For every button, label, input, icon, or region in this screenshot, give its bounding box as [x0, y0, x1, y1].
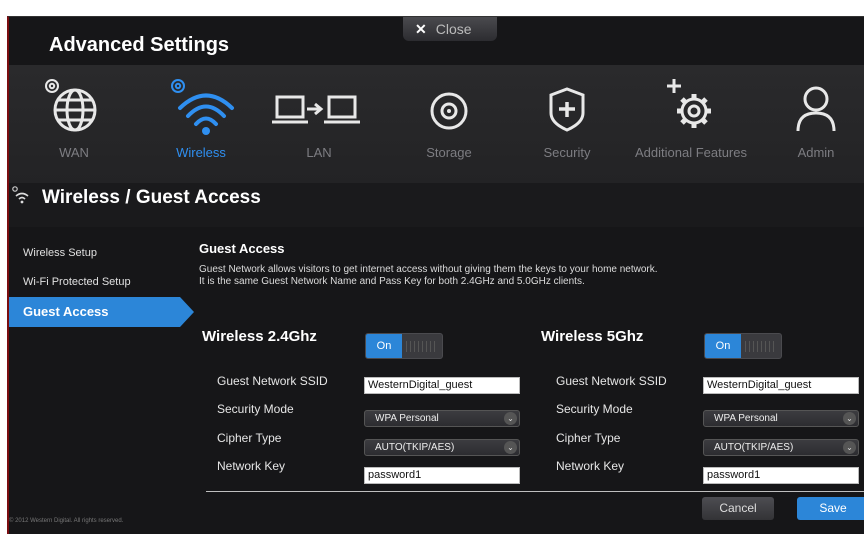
band-title-2-4ghz: Wireless 2.4Ghz [202, 328, 317, 345]
nav-item-wireless[interactable]: Wireless [161, 65, 241, 183]
toggle-2-4ghz[interactable]: On [365, 333, 443, 359]
ssid-label: Guest Network SSID [217, 374, 328, 388]
ssid-input-2-4ghz[interactable]: WesternDigital_guest [364, 377, 520, 394]
close-icon: ✕ [415, 20, 427, 37]
close-label: Close [435, 21, 472, 37]
network-key-input-2-4ghz[interactable]: password1 [364, 467, 520, 484]
cipher-type-label: Cipher Type [556, 431, 621, 445]
cipher-type-select-2-4ghz[interactable]: AUTO(TKIP/AES) ⌄ [364, 439, 520, 456]
close-button[interactable]: ✕ Close [403, 17, 497, 41]
user-icon [796, 86, 836, 132]
cipher-type-select-5ghz[interactable]: AUTO(TKIP/AES) ⌄ [703, 439, 859, 456]
nav-item-admin[interactable]: Admin [781, 65, 851, 183]
wifi-icon [12, 186, 29, 204]
nav-label-wan: WAN [59, 145, 89, 160]
network-key-label: Network Key [556, 459, 625, 473]
top-nav: WAN Wireless LAN Storage Security Additi… [9, 65, 864, 183]
panel-description-line2: It is the same Guest Network Name and Pa… [199, 276, 585, 287]
network-key-label: Network Key [217, 459, 286, 473]
toggle-grip [406, 341, 436, 352]
sidebar-item-wifi-protected-setup[interactable]: Wi-Fi Protected Setup [9, 268, 194, 297]
toggle-5ghz[interactable]: On [704, 333, 782, 359]
sidebar-item-label: Wireless Setup [23, 247, 97, 259]
ssid-input-5ghz[interactable]: WesternDigital_guest [703, 377, 859, 394]
network-key-input-5ghz[interactable]: password1 [703, 467, 859, 484]
nav-label-admin: Admin [797, 145, 835, 160]
security-mode-value: WPA Personal [714, 413, 778, 424]
sidebar-item-label: Wi-Fi Protected Setup [23, 276, 131, 288]
chevron-down-icon: ⌄ [843, 441, 856, 454]
band-title-5ghz: Wireless 5Ghz [541, 328, 644, 345]
lan-computers-icon [272, 95, 360, 124]
cancel-button[interactable]: Cancel [702, 497, 774, 520]
globe-gear-icon [45, 79, 97, 132]
nav-label-storage: Storage [426, 145, 472, 160]
sidebar-item-label: Guest Access [23, 304, 109, 319]
chevron-down-icon: ⌄ [504, 412, 517, 425]
chevron-down-icon: ⌄ [504, 441, 517, 454]
sidebar: Wireless Setup Wi-Fi Protected Setup Gue… [9, 239, 194, 327]
security-mode-value: WPA Personal [375, 413, 439, 424]
window-title: Advanced Settings [49, 34, 230, 56]
toggle-on-label: On [366, 334, 402, 358]
nav-item-storage[interactable]: Storage [409, 65, 489, 183]
nav-item-wan[interactable]: WAN [34, 65, 114, 183]
page-title: Wireless / Guest Access [42, 187, 261, 208]
cipher-type-label: Cipher Type [217, 431, 282, 445]
security-mode-select-5ghz[interactable]: WPA Personal ⌄ [703, 410, 859, 427]
nav-item-security[interactable]: Security [527, 65, 607, 183]
ssid-label: Guest Network SSID [556, 374, 667, 388]
cipher-type-value: AUTO(TKIP/AES) [375, 442, 455, 453]
advanced-settings-window: ✕ Close Advanced Settings WAN Wireless L… [7, 16, 864, 534]
footer-copyright: © 2012 Western Digital. All rights reser… [9, 518, 124, 524]
cipher-type-value: AUTO(TKIP/AES) [714, 442, 794, 453]
storage-disc-icon [430, 92, 468, 130]
panel-description-line1: Guest Network allows visitors to get int… [199, 264, 658, 275]
nav-item-additional-features[interactable]: Additional Features [631, 65, 751, 183]
toggle-grip [745, 341, 775, 352]
save-button[interactable]: Save [797, 497, 864, 520]
gear-plus-icon [667, 79, 711, 128]
toggle-on-label: On [705, 334, 741, 358]
nav-item-lan[interactable]: LAN [269, 65, 369, 183]
security-mode-label: Security Mode [556, 402, 633, 416]
wifi-gear-icon [171, 79, 234, 135]
divider [206, 491, 864, 492]
nav-label-security: Security [543, 145, 591, 160]
nav-label-additional-features: Additional Features [634, 145, 747, 160]
sidebar-item-wireless-setup[interactable]: Wireless Setup [9, 239, 194, 268]
shield-plus-icon [549, 87, 585, 132]
security-mode-select-2-4ghz[interactable]: WPA Personal ⌄ [364, 410, 520, 427]
security-mode-label: Security Mode [217, 402, 294, 416]
guest-access-panel: Guest Access Guest Network allows visito… [197, 239, 864, 534]
sidebar-item-guest-access[interactable]: Guest Access [9, 297, 194, 327]
chevron-down-icon: ⌄ [843, 412, 856, 425]
nav-label-lan: LAN [306, 145, 332, 160]
panel-title: Guest Access [199, 241, 285, 256]
section-header: Wireless / Guest Access [9, 183, 864, 227]
nav-label-wireless: Wireless [176, 145, 226, 160]
